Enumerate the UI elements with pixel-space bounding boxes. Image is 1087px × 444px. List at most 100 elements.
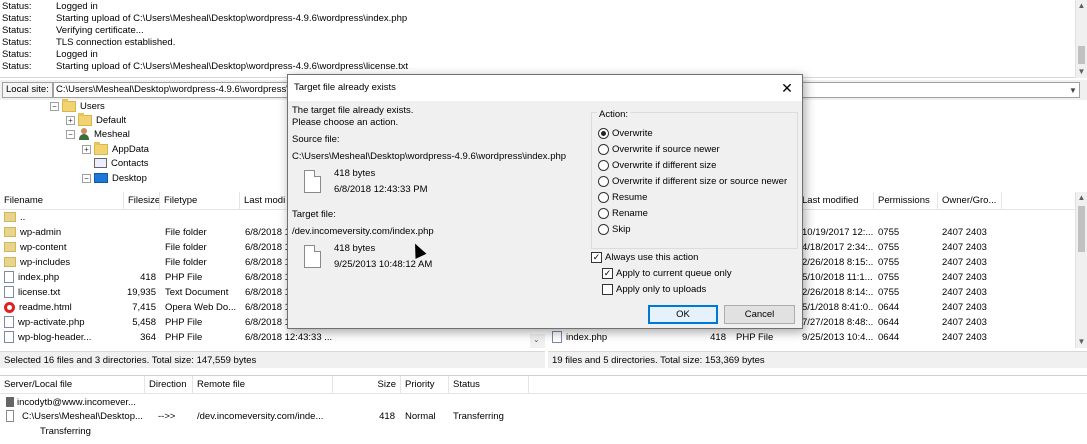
log-row: Status: Logged in <box>2 49 98 60</box>
contacts-icon <box>94 158 107 169</box>
folder-icon <box>4 227 16 238</box>
cancel-button[interactable]: Cancel <box>724 305 795 324</box>
scroll-down-icon[interactable]: ⌄ <box>530 334 545 348</box>
resume-radio[interactable]: Resume <box>598 191 647 205</box>
dialog-message: The target file already exists. <box>292 105 414 116</box>
column-priority[interactable]: Priority <box>401 376 449 394</box>
overwrite-radio[interactable]: Overwrite <box>598 127 653 141</box>
radio-icon[interactable] <box>598 207 609 219</box>
file-icon <box>6 410 14 422</box>
dialog-message: Please choose an action. <box>292 117 399 128</box>
skip-radio[interactable]: Skip <box>598 223 630 237</box>
tree-item-default[interactable]: + Default <box>66 112 126 128</box>
folder-icon <box>62 98 76 112</box>
column-filetype[interactable]: Filetype <box>160 192 240 210</box>
column-direction[interactable]: Direction <box>145 376 193 394</box>
column-permissions[interactable]: Permissions <box>874 192 938 210</box>
file-icon <box>552 331 562 344</box>
tree-item-contacts[interactable]: Contacts <box>94 157 149 171</box>
radio-selected-icon[interactable] <box>598 127 609 139</box>
checkbox-checked-icon[interactable]: ✓ <box>602 267 613 279</box>
list-item[interactable]: wp-blog-header... 364 PHP File 6/8/2018 … <box>0 330 545 345</box>
log-row: Status: Starting upload of C:\Users\Meshe… <box>2 13 408 24</box>
user-folder-icon <box>78 128 90 141</box>
log-row: Status: Logged in <box>2 1 98 12</box>
scroll-thumb[interactable] <box>1078 46 1085 64</box>
scroll-thumb[interactable] <box>1078 206 1085 252</box>
desktop-icon <box>94 173 108 184</box>
tree-item-desktop[interactable]: − Desktop <box>82 172 147 186</box>
collapse-icon[interactable]: − <box>66 129 75 139</box>
collapse-icon[interactable]: − <box>82 173 91 183</box>
column-server-local-file[interactable]: Server/Local file <box>0 376 145 394</box>
checkbox-icon[interactable] <box>602 283 613 295</box>
scroll-down-icon[interactable]: ▼ <box>1076 336 1087 348</box>
scroll-up-icon[interactable]: ▲ <box>1076 192 1087 204</box>
overwrite-if-newer-radio[interactable]: Overwrite if source newer <box>598 143 720 157</box>
queue-server-row[interactable]: incodytb@www.incomever... <box>6 396 136 410</box>
file-icon <box>4 331 14 344</box>
opera-icon <box>4 301 15 313</box>
source-file-date: 6/8/2018 12:43:33 PM <box>334 184 428 195</box>
local-site-path-input[interactable]: C:\Users\Mesheal\Desktop\wordpress-4.9.6… <box>53 82 293 98</box>
dialog-titlebar[interactable]: Target file already exists ✕ <box>288 75 802 101</box>
list-item[interactable]: index.php 418 PHP File 9/25/2013 10:4...… <box>548 330 1075 345</box>
tree-item-users[interactable]: − Users <box>50 98 105 114</box>
column-last-modified[interactable]: Last modi <box>240 192 290 210</box>
column-filename[interactable]: Filename <box>0 192 124 210</box>
column-last-modified[interactable]: Last modified <box>798 192 874 210</box>
always-use-action-checkbox[interactable]: ✓ Always use this action <box>591 251 698 265</box>
radio-icon[interactable] <box>598 159 609 171</box>
radio-icon[interactable] <box>598 191 609 203</box>
log-scrollbar[interactable]: ▲ ▼ <box>1075 0 1087 78</box>
radio-icon[interactable] <box>598 175 609 187</box>
collapse-icon[interactable]: − <box>50 101 59 111</box>
column-owner-group[interactable]: Owner/Gro... <box>938 192 1002 210</box>
folder-icon <box>4 212 16 223</box>
queue-header: Server/Local file Direction Remote file … <box>0 376 1087 394</box>
target-file-size: 418 bytes <box>334 243 376 254</box>
scroll-down-icon[interactable]: ▼ <box>1076 66 1087 78</box>
source-file-size: 418 bytes <box>334 168 376 179</box>
scroll-up-icon[interactable]: ▲ <box>1076 0 1087 12</box>
transfer-queue: Server/Local file Direction Remote file … <box>0 375 1087 444</box>
checkbox-checked-icon[interactable]: ✓ <box>591 251 602 263</box>
ok-button[interactable]: OK <box>648 305 718 324</box>
overwrite-if-different-size-or-newer-radio[interactable]: Overwrite if different size or source ne… <box>598 175 787 189</box>
file-icon <box>304 170 321 193</box>
dialog-title: Target file already exists <box>294 82 396 93</box>
queue-file-row[interactable]: C:\Users\Mesheal\Desktop... -->> /dev.in… <box>0 410 1087 424</box>
target-file-label: Target file: <box>292 209 336 220</box>
remote-site-path-input[interactable]: ▼ <box>800 82 1080 98</box>
column-size[interactable]: Size <box>333 376 401 394</box>
local-status-bar: Selected 16 files and 3 directories. Tot… <box>0 351 545 368</box>
column-filesize[interactable]: Filesize <box>124 192 160 210</box>
close-icon[interactable]: ✕ <box>772 75 802 101</box>
overwrite-if-different-size-radio[interactable]: Overwrite if different size <box>598 159 716 173</box>
tree-item-mesheal[interactable]: − Mesheal <box>66 128 130 142</box>
target-file-date: 9/25/2013 10:48:12 AM <box>334 259 433 270</box>
folder-icon <box>94 141 108 155</box>
column-remote-file[interactable]: Remote file <box>193 376 333 394</box>
chevron-down-icon[interactable]: ▼ <box>1067 83 1079 99</box>
target-file-path: /dev.incomeversity.com/index.php <box>292 226 434 237</box>
rename-radio[interactable]: Rename <box>598 207 648 221</box>
apply-to-uploads-checkbox[interactable]: Apply only to uploads <box>602 283 706 297</box>
file-icon <box>304 245 321 268</box>
column-status[interactable]: Status <box>449 376 529 394</box>
remote-status-bar: 19 files and 5 directories. Total size: … <box>548 351 1087 368</box>
radio-icon[interactable] <box>598 143 609 155</box>
server-icon <box>6 397 14 408</box>
tree-item-appdata[interactable]: + AppData <box>82 141 149 157</box>
file-icon <box>4 286 14 299</box>
source-file-path: C:\Users\Mesheal\Desktop\wordpress-4.9.6… <box>292 151 567 162</box>
folder-icon <box>78 112 92 126</box>
expand-icon[interactable]: + <box>82 144 91 154</box>
expand-icon[interactable]: + <box>66 115 75 125</box>
apply-to-queue-checkbox[interactable]: ✓ Apply to current queue only <box>602 267 732 281</box>
log-row: Status: Starting upload of C:\Users\Meshe… <box>2 61 409 72</box>
queue-progress-status: Transferring <box>40 426 91 437</box>
remote-list-scrollbar[interactable]: ▲ ▼ <box>1075 192 1087 348</box>
radio-icon[interactable] <box>598 223 609 235</box>
message-log: Status: Logged in Status: Starting upload … <box>0 0 1075 78</box>
